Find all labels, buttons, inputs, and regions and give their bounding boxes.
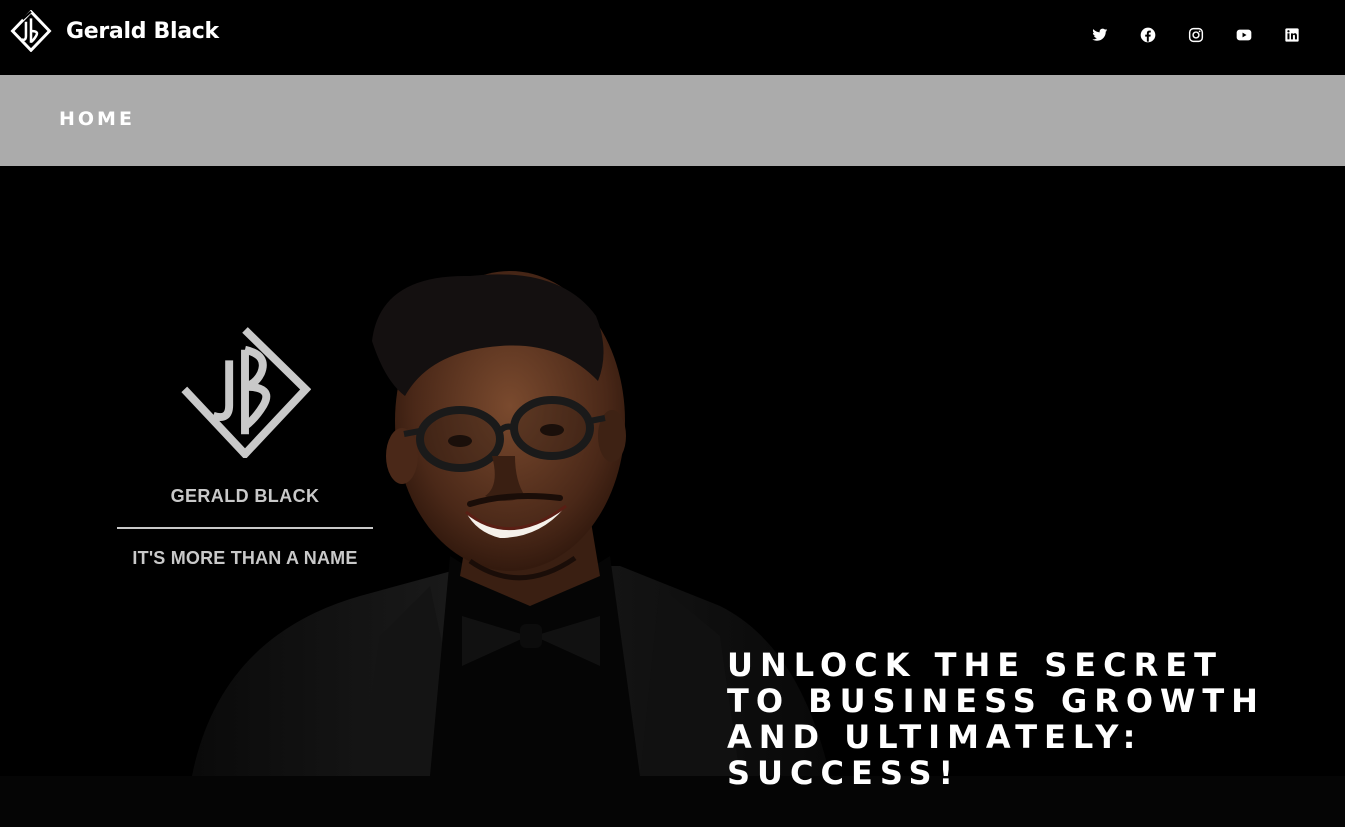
linkedin-link[interactable] bbox=[1281, 22, 1303, 48]
card-divider bbox=[117, 527, 373, 529]
twitter-icon bbox=[1092, 28, 1108, 41]
brand-card: GERALD BLACK IT'S MORE THAN A NAME bbox=[117, 326, 373, 569]
headline-line-3: AND ULTIMATELY: bbox=[727, 718, 1143, 756]
twitter-link[interactable] bbox=[1089, 22, 1111, 48]
jb-monogram-logo-icon bbox=[181, 327, 311, 458]
nav-item-home[interactable]: HOME bbox=[59, 108, 135, 130]
site-header: Gerald Black bbox=[0, 0, 1345, 75]
main-navigation: HOME bbox=[0, 75, 1345, 166]
jb-diamond-logo-icon bbox=[10, 10, 52, 52]
youtube-link[interactable] bbox=[1233, 22, 1255, 48]
hero-banner: GERALD BLACK IT'S MORE THAN A NAME UNLOC… bbox=[0, 166, 1345, 827]
brand-link[interactable]: Gerald Black bbox=[10, 10, 219, 52]
linkedin-icon bbox=[1285, 28, 1299, 42]
youtube-icon bbox=[1236, 29, 1252, 41]
instagram-link[interactable] bbox=[1185, 22, 1207, 48]
facebook-icon bbox=[1140, 27, 1156, 43]
social-links bbox=[1089, 22, 1303, 48]
headline-line-2: TO BUSINESS GROWTH bbox=[727, 682, 1265, 720]
instagram-icon bbox=[1188, 27, 1204, 43]
headline-line-1: UNLOCK THE SECRET bbox=[727, 646, 1223, 684]
brand-name: Gerald Black bbox=[66, 18, 219, 44]
card-brand-name: GERALD BLACK bbox=[170, 486, 320, 506]
hero-headline: UNLOCK THE SECRET TO BUSINESS GROWTH AND… bbox=[727, 647, 1307, 791]
headline-line-4: SUCCESS! bbox=[727, 754, 961, 792]
facebook-link[interactable] bbox=[1137, 22, 1159, 48]
card-tagline: IT'S MORE THAN A NAME bbox=[132, 548, 358, 568]
